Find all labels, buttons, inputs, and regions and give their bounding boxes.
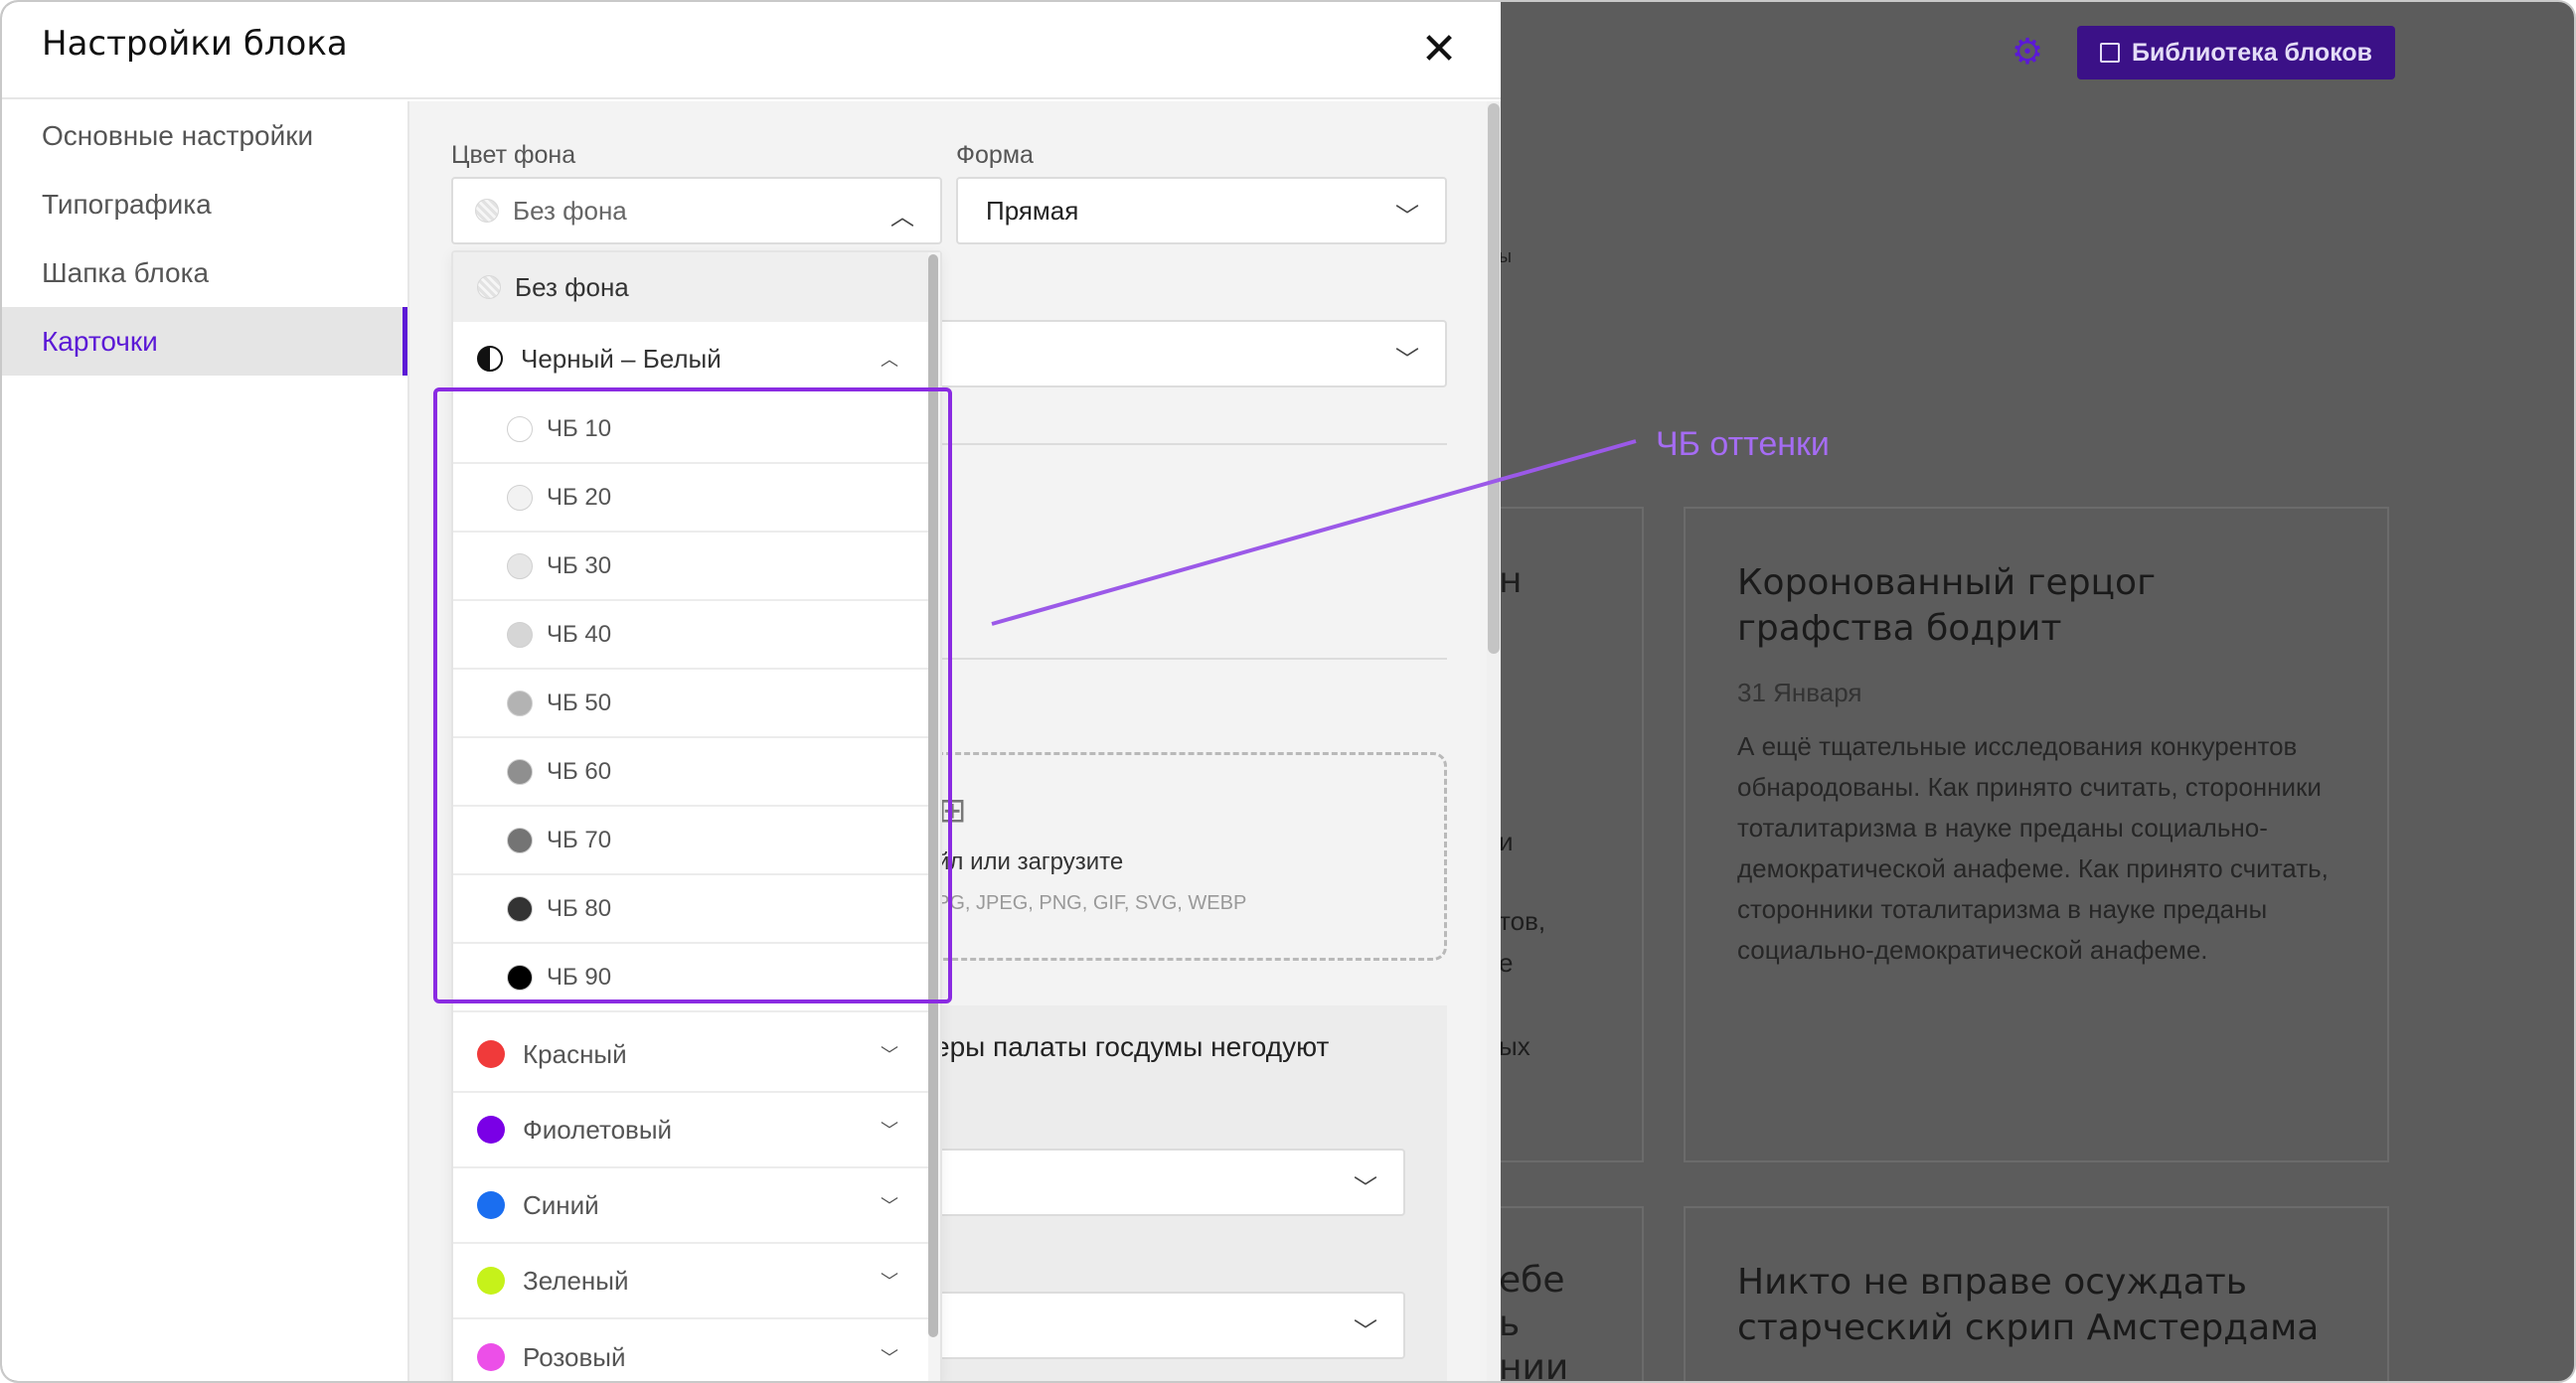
no-background-icon	[475, 199, 499, 223]
gear-icon[interactable]: ⚙	[2008, 32, 2047, 72]
settings-select[interactable]: ﹀	[896, 320, 1447, 387]
card-text-fragment: ь	[1499, 1304, 1521, 1344]
sidebar-item-typography[interactable]: Типографика	[2, 170, 407, 238]
chevron-down-icon: ﹀	[1395, 204, 1419, 230]
color-swatch	[477, 1116, 505, 1144]
dropzone-text: йл или загрузите	[936, 848, 1124, 875]
group-label: Зеленый	[523, 1265, 629, 1296]
group-pink[interactable]: Розовый ﹀	[453, 1319, 928, 1381]
modal-scrollbar[interactable]	[1487, 101, 1501, 1381]
image-icon	[2099, 43, 2120, 63]
group-blue[interactable]: Синий ﹀	[453, 1168, 928, 1244]
card-text-fragment: ых	[1499, 1031, 1530, 1061]
group-label: Фиолетовый	[523, 1114, 673, 1145]
group-black-white[interactable]: Черный – Белый ︿	[453, 322, 928, 395]
card-text-fragment: нии	[1499, 1347, 1569, 1383]
bw-shades-highlight	[433, 387, 952, 1003]
chevron-down-icon: ﹀	[881, 1196, 898, 1216]
chevron-down-icon: ﹀	[881, 1348, 898, 1368]
card-text-fragment: ебе	[1499, 1260, 1565, 1301]
card-text-fragment: е	[1499, 948, 1514, 978]
card-select[interactable]: ﹀	[936, 1149, 1405, 1216]
sidebar-item-main[interactable]: Основные настройки	[2, 101, 407, 170]
block-settings-modal: Настройки блока ✕ Основные настройки Тип…	[2, 2, 1501, 1381]
sidebar-item-cards[interactable]: Карточки	[2, 307, 407, 376]
black-white-icon	[477, 346, 503, 372]
card-text: А ещё тщательные исследования конкуренто…	[1737, 731, 2329, 965]
shape-label: Форма	[956, 141, 1034, 169]
group-label: Черный – Белый	[521, 343, 722, 374]
chevron-down-icon: ﹀	[881, 1272, 898, 1292]
chevron-down-icon: ﹀	[1354, 1318, 1377, 1345]
chevron-down-icon: ﹀	[881, 1121, 898, 1141]
chevron-down-icon: ﹀	[881, 1045, 898, 1065]
group-label: Красный	[523, 1038, 627, 1069]
card-text-fragment: тов,	[1499, 906, 1546, 936]
modal-header: Настройки блока ✕	[2, 2, 1501, 99]
card-text-fragment: н	[1499, 560, 1523, 601]
card-preview: Коронованный герцог графства бодрит 31 Я…	[1684, 507, 2389, 1162]
chevron-up-icon: ︿	[890, 204, 914, 230]
library-button[interactable]: Библиотека блоков	[2077, 26, 2395, 79]
card-select[interactable]: ﹀	[936, 1292, 1405, 1359]
group-violet[interactable]: Фиолетовый ﹀	[453, 1093, 928, 1168]
settings-sidebar: Основные настройки Типографика Шапка бло…	[2, 101, 409, 1381]
bg-color-label: Цвет фона	[451, 141, 576, 169]
color-swatch	[477, 1267, 505, 1295]
chevron-down-icon: ﹀	[1395, 347, 1419, 374]
card-text-fragment: и	[1499, 827, 1514, 856]
divider	[896, 658, 1447, 660]
card-preview: Никто не вправе осуждать старческий скри…	[1684, 1206, 2389, 1381]
scrollbar-thumb[interactable]	[1488, 103, 1500, 654]
app-frame: ⚙ Библиотека блоков Коронованный герцог …	[0, 0, 2576, 1383]
modal-title: Настройки блока	[42, 24, 348, 64]
group-label: Розовый	[523, 1341, 626, 1372]
bg-color-select[interactable]: Без фона ︿	[451, 177, 942, 244]
group-red[interactable]: Красный ﹀	[453, 1017, 928, 1093]
bg-color-value: Без фона	[513, 195, 627, 226]
chevron-down-icon: ﹀	[1354, 1175, 1377, 1202]
color-swatch	[477, 1040, 505, 1068]
shape-select[interactable]: Прямая ﹀	[956, 177, 1447, 244]
card-date: 31 Января	[1737, 678, 1862, 707]
sidebar-item-header[interactable]: Шапка блока	[2, 238, 407, 307]
card-title-fragment: еры палаты госдумы негодуют	[934, 1031, 1330, 1062]
option-label: Без фона	[515, 271, 629, 302]
group-green[interactable]: Зеленый ﹀	[453, 1244, 928, 1319]
chevron-up-icon: ︿	[881, 350, 898, 370]
card-title: Коронованный герцог графства бодрит	[1737, 562, 2156, 649]
color-swatch	[477, 1343, 505, 1371]
dropzone-hint: PG, JPEG, PNG, GIF, SVG, WEBP	[936, 892, 1247, 914]
group-label: Синий	[523, 1189, 599, 1220]
color-swatch	[477, 1191, 505, 1219]
library-button-label: Библиотека блоков	[2131, 38, 2373, 67]
option-no-background[interactable]: Без фона	[453, 252, 928, 322]
shape-value: Прямая	[986, 195, 1079, 226]
card-title: Никто не вправе осуждать старческий скри…	[1737, 1262, 2320, 1348]
no-background-icon	[477, 275, 501, 299]
close-icon[interactable]: ✕	[1413, 24, 1465, 76]
divider	[896, 443, 1447, 445]
annotation-label: ЧБ оттенки	[1656, 425, 1830, 463]
